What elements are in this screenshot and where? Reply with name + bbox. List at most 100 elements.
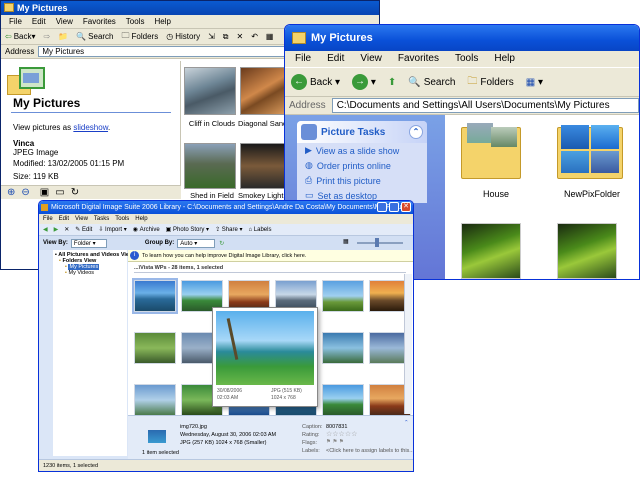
zoom-slider-thumb[interactable] xyxy=(375,238,379,247)
minimize-button[interactable] xyxy=(377,202,387,212)
menu-view[interactable]: View xyxy=(75,214,88,224)
collapse-icon[interactable]: ⌃ xyxy=(409,125,423,139)
address-input[interactable]: C:\Documents and Settings\All Users\Docu… xyxy=(331,98,639,113)
menu-tools[interactable]: Tools xyxy=(115,214,129,224)
flag-icons[interactable]: ⚑ ⚑ ⚑ xyxy=(326,439,344,445)
thumbnail-shed-in-field[interactable] xyxy=(184,143,236,189)
menu-file[interactable]: File xyxy=(295,51,311,67)
thumbnail-cliff-in-clouds[interactable] xyxy=(184,67,236,115)
menu-tools[interactable]: Tools xyxy=(126,15,145,28)
search-button[interactable]: 🔍 Search xyxy=(408,77,455,88)
address-label: Address xyxy=(5,47,35,56)
library-thumbnail[interactable] xyxy=(322,384,364,416)
library-thumbnail[interactable] xyxy=(134,332,176,364)
rotate-icon[interactable]: ↻ xyxy=(71,187,79,198)
slideshow-link[interactable]: slideshow xyxy=(73,123,108,132)
menu-file[interactable]: File xyxy=(9,15,22,28)
menu-edit[interactable]: Edit xyxy=(32,15,46,28)
folder-house[interactable] xyxy=(461,121,531,185)
thumbnail-green-photo[interactable] xyxy=(557,223,617,279)
details-pane-collapse-icon[interactable]: ⌃ xyxy=(404,420,409,426)
rating-stars[interactable]: ☆☆☆☆☆ xyxy=(326,430,357,438)
view-mode-icon[interactable]: ▦ xyxy=(343,238,349,245)
photo-story-button[interactable]: ▣ Photo Story ▾ xyxy=(166,226,209,234)
digital-image-library-window: Microsoft Digital Image Suite 2006 Libra… xyxy=(38,200,414,472)
thumbnail-diagonal-sand[interactable] xyxy=(240,67,290,115)
close-button[interactable]: ✕ xyxy=(401,202,411,212)
edit-button[interactable]: ✎ Edit xyxy=(75,226,92,234)
thumbnail-smokey-light[interactable] xyxy=(240,143,290,189)
folders-button[interactable]: 🗀 Folders xyxy=(122,30,159,44)
grid-scrollbar[interactable] xyxy=(404,274,412,414)
views-icon: ▦ xyxy=(525,76,536,88)
history-button[interactable]: ◷ History xyxy=(166,32,200,41)
menu-tools[interactable]: Tools xyxy=(455,51,478,67)
back-icon[interactable]: ◀ xyxy=(43,226,48,233)
search-button[interactable]: 🔍 Search xyxy=(76,32,113,41)
task-view-slideshow[interactable]: ▶ View as a slide show xyxy=(297,143,427,158)
address-bar: Address C:\Documents and Settings\All Us… xyxy=(285,97,639,115)
archive-button[interactable]: ◉ Archive xyxy=(133,226,160,234)
library-thumbnail[interactable] xyxy=(132,278,178,314)
task-print-picture[interactable]: ⎙ Print this picture xyxy=(297,173,427,188)
thumbnail-green-photo[interactable] xyxy=(461,223,521,279)
task-label: View as a slide show xyxy=(315,145,400,156)
up-folder-icon[interactable]: ⬆ xyxy=(388,77,396,88)
share-button[interactable]: ⇪ Share ▾ xyxy=(215,226,242,234)
menu-view[interactable]: View xyxy=(360,51,382,67)
forward-button[interactable]: ⇨ xyxy=(44,32,51,41)
menu-help[interactable]: Help xyxy=(135,214,147,224)
menu-tasks[interactable]: Tasks xyxy=(94,214,109,224)
info-bar[interactable]: i To learn how you can help improve Digi… xyxy=(128,250,413,262)
hover-preview[interactable]: 30/08/2006 02:03 AM JPG (515 KB) 1024 x … xyxy=(212,307,318,407)
views-icon[interactable]: ▦ xyxy=(266,32,274,41)
back-button[interactable]: ⇦ Back ▾ xyxy=(5,32,36,41)
menu-help[interactable]: Help xyxy=(494,51,515,67)
folders-button[interactable]: 🗀 Folders xyxy=(467,74,513,91)
fit-icon[interactable]: ▣ xyxy=(40,187,49,198)
views-button[interactable]: ▦ ▾ xyxy=(526,77,543,88)
library-thumbnail[interactable] xyxy=(134,384,176,416)
folders-icon: 🗀 xyxy=(121,30,130,40)
maximize-button[interactable] xyxy=(389,202,399,212)
library-thumbnail[interactable] xyxy=(322,280,364,312)
labels-button[interactable]: ⌂ Labels xyxy=(248,227,271,233)
copy-to-icon[interactable]: ⧉ xyxy=(223,32,229,42)
forward-icon[interactable]: ▶ xyxy=(54,226,59,233)
picture-tasks-header[interactable]: Picture Tasks ⌃ xyxy=(297,121,427,143)
view-by-select[interactable]: Folder ▾ xyxy=(70,238,107,248)
delete-icon[interactable]: ✕ xyxy=(237,32,244,41)
address-label: Address xyxy=(289,100,326,111)
nav-my-videos[interactable]: ▪ My Videos xyxy=(55,270,125,276)
menu-favorites[interactable]: Favorites xyxy=(83,15,116,28)
undo-icon[interactable]: ↶ xyxy=(251,32,258,41)
up-button[interactable]: 📁 xyxy=(58,32,68,41)
refresh-icon[interactable]: ↻ xyxy=(219,240,224,247)
title-bar[interactable]: My Pictures xyxy=(1,1,379,15)
menu-edit[interactable]: Edit xyxy=(59,214,69,224)
labels-field[interactable]: <Click here to assign labels to this... xyxy=(326,448,413,454)
zoom-in-icon[interactable]: ⊕ xyxy=(7,187,15,198)
menu-view[interactable]: View xyxy=(56,15,73,28)
task-order-prints[interactable]: ◍ Order prints online xyxy=(297,158,427,173)
library-thumbnail[interactable] xyxy=(322,332,364,364)
title-bar[interactable]: My Pictures xyxy=(285,25,639,51)
zoom-out-icon[interactable]: ⊖ xyxy=(21,187,29,198)
group-by-select[interactable]: Auto ▾ xyxy=(177,238,216,248)
title-bar[interactable]: Microsoft Digital Image Suite 2006 Libra… xyxy=(39,201,413,214)
back-button[interactable]: ← Back ▾ xyxy=(291,74,340,90)
menu-edit[interactable]: Edit xyxy=(327,51,344,67)
window-title: My Pictures xyxy=(311,32,373,44)
import-button[interactable]: ⇩ Import ▾ xyxy=(98,226,126,234)
move-to-icon[interactable]: ⇲ xyxy=(208,32,215,41)
menu-help[interactable]: Help xyxy=(154,15,170,28)
zoom-slider[interactable] xyxy=(357,242,403,244)
menu-favorites[interactable]: Favorites xyxy=(398,51,439,67)
folder-newpixfolder[interactable] xyxy=(557,121,627,185)
menu-file[interactable]: File xyxy=(43,214,53,224)
forward-button[interactable]: → ▾ xyxy=(352,74,376,90)
details-thumbnail[interactable] xyxy=(148,430,166,443)
delete-icon[interactable]: ✕ xyxy=(64,226,69,233)
actual-size-icon[interactable]: ▭ xyxy=(55,187,64,198)
group-header[interactable]: ...\Vista WPs - 28 items, 1 selected xyxy=(134,265,223,271)
